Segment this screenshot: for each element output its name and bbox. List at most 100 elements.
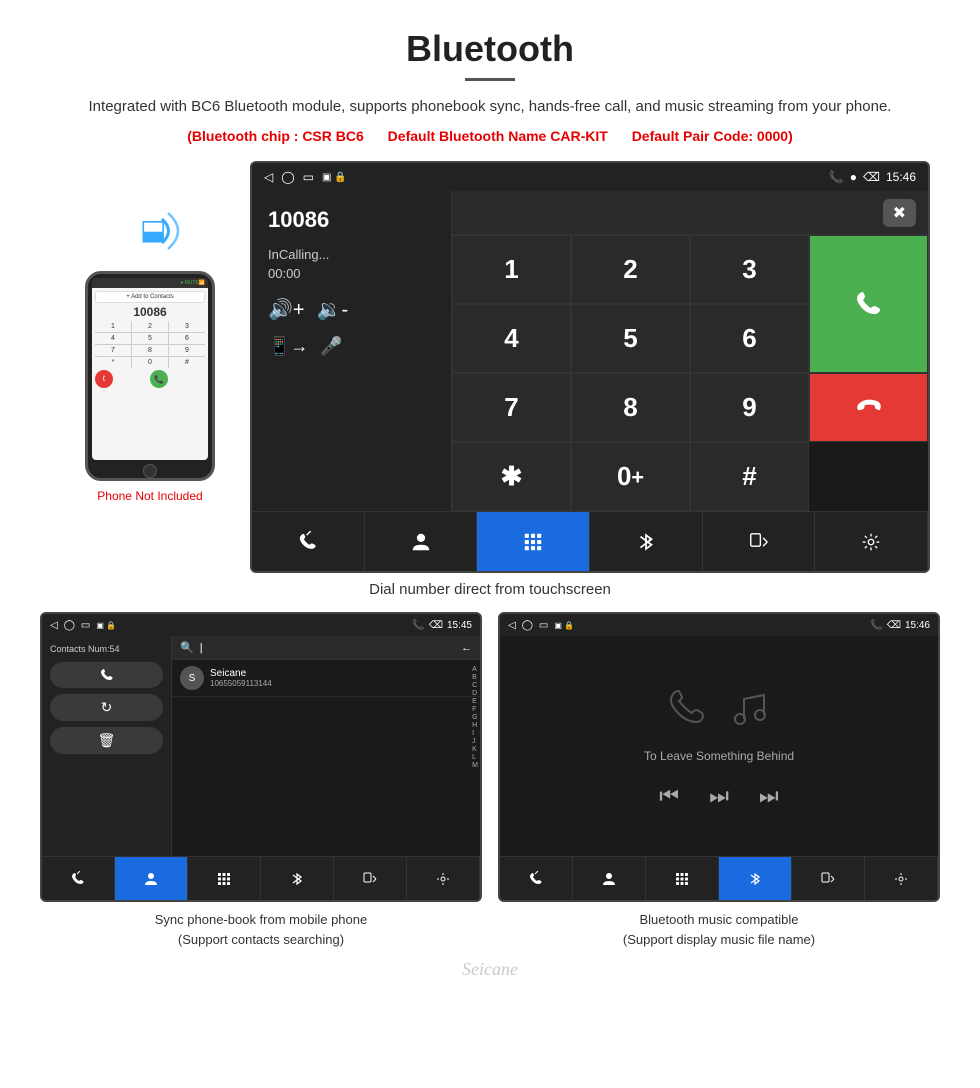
contacts-phone-icon: 📞	[412, 620, 424, 631]
contacts-caption: Sync phone-book from mobile phone(Suppor…	[155, 910, 367, 949]
music-wifi-status-icon: ⌫	[887, 620, 901, 631]
search-back-icon: ←	[461, 642, 472, 654]
dial-key-2[interactable]: 2	[571, 235, 690, 304]
contacts-call-btn[interactable]	[50, 662, 163, 688]
car-status-left: ◁ ◯ ▭ ▣ 🔒	[264, 170, 347, 184]
header-specs: (Bluetooth chip : CSR BC6 Default Blueto…	[60, 125, 920, 147]
next-frame-icon[interactable]: ⏭	[709, 783, 729, 809]
music-home-icon: ◯	[522, 620, 533, 631]
wifi-icon: ⌫	[863, 170, 880, 184]
contacts-refresh-btn[interactable]: ↻	[50, 694, 163, 721]
contacts-delete-btn[interactable]: 🗑	[50, 727, 163, 754]
dial-key-4[interactable]: 4	[452, 304, 571, 373]
music-caption-sub: (Support display music file name)	[623, 932, 815, 947]
bluetooth-waves-icon: ⬓	[110, 201, 190, 261]
phone-add-contacts: + Add to Contacts	[95, 291, 205, 303]
dial-key-6[interactable]: 6	[690, 304, 809, 373]
main-screen-area: ⬓ ● MUTE 📶 + Add to Contacts 10086 123 4…	[0, 161, 980, 573]
car-left-panel: 10086 InCalling... 00:00 🔊+ 🔉- 📱→ 🎤	[252, 191, 452, 511]
car-number-display: 10086	[268, 207, 435, 233]
alpha-index: ABCDEFGHIJKLM	[472, 666, 478, 769]
bottom-contacts-icon[interactable]	[365, 512, 478, 571]
contacts-bottom-contacts[interactable]	[115, 857, 188, 900]
search-cursor: |	[200, 642, 203, 654]
main-caption: Dial number direct from touchscreen	[0, 581, 980, 598]
contacts-recents-icon: ▭	[81, 620, 90, 631]
music-icon-area	[664, 683, 774, 733]
contact-name: Seicane	[210, 668, 472, 679]
car-dialpad-grid: 1 2 3 4 5 6 7 8 9	[452, 235, 928, 511]
contacts-bottom-phone[interactable]	[42, 857, 115, 900]
dial-key-1[interactable]: 1	[452, 235, 571, 304]
vol-up-icon[interactable]: 🔊+	[268, 297, 305, 322]
backspace-button[interactable]: ✖	[883, 199, 916, 227]
music-status-right: 📞 ⌫ 15:46	[870, 620, 930, 631]
contact-list-item: S Seicane 10655059113144	[172, 660, 480, 697]
music-bottom-settings[interactable]	[865, 857, 938, 900]
page-title: Bluetooth	[60, 28, 920, 70]
search-icon: 🔍	[180, 641, 194, 654]
contacts-main: Contacts Num:54 ↻ 🗑 🔍 |	[42, 636, 480, 856]
dial-key-9[interactable]: 9	[690, 373, 809, 442]
contacts-bottom-transfer[interactable]	[334, 857, 407, 900]
music-caption: Bluetooth music compatible(Support displ…	[623, 910, 815, 949]
contacts-right-panel: 🔍 | ← S Seicane 10655059113144	[172, 636, 480, 856]
music-bottom-contacts[interactable]	[573, 857, 646, 900]
music-status-left: ◁ ◯ ▭ ▣ 🔒	[508, 620, 574, 631]
bottom-dialpad-icon[interactable]	[477, 512, 590, 571]
backspace-row: ✖	[452, 191, 928, 235]
contacts-wifi-icon: ⌫	[429, 620, 443, 631]
contacts-status-left: ◁ ◯ ▭ ▣ 🔒	[50, 620, 116, 631]
spec-chip: (Bluetooth chip : CSR BC6	[187, 128, 364, 144]
car-status-right: 📞 ● ⌫ 15:46	[829, 170, 916, 184]
music-bottom-dialpad[interactable]	[646, 857, 719, 900]
music-screen-wrap: ◁ ◯ ▭ ▣ 🔒 📞 ⌫ 15:46	[498, 612, 940, 949]
spec-name: Default Bluetooth Name CAR-KIT	[388, 128, 608, 144]
dial-key-7[interactable]: 7	[452, 373, 571, 442]
dial-key-3[interactable]: 3	[690, 235, 809, 304]
bottom-bluetooth-icon[interactable]	[590, 512, 703, 571]
dial-key-0[interactable]: 0+	[571, 442, 690, 511]
contacts-bottom-dialpad[interactable]	[188, 857, 261, 900]
contacts-bottom-settings[interactable]	[407, 857, 480, 900]
phone-content: + Add to Contacts 10086 123 456 789 *0# …	[92, 288, 208, 460]
contact-info: Seicane 10655059113144	[210, 668, 472, 688]
end-call-button[interactable]	[809, 373, 928, 442]
time-display: 15:46	[886, 170, 916, 184]
music-status-bar: ◁ ◯ ▭ ▣ 🔒 📞 ⌫ 15:46	[500, 614, 938, 636]
phone-call-row: 🕻 📞	[95, 370, 205, 388]
car-bottom-bar	[252, 511, 928, 571]
bottom-screens-area: ◁ ◯ ▭ ▣ 🔒 📞 ⌫ 15:45 Contacts Num:54	[0, 612, 980, 949]
prev-track-icon[interactable]: ⏮	[659, 783, 679, 809]
next-track-icon[interactable]: ⏭	[759, 783, 779, 809]
music-bottom-transfer[interactable]	[792, 857, 865, 900]
phone-signal-icon: 📞	[829, 170, 844, 184]
music-bottom-bluetooth[interactable]	[719, 857, 792, 900]
watermark: Seicane	[0, 959, 980, 980]
transfer-icon[interactable]: 📱→	[268, 336, 308, 357]
contact-avatar: S	[180, 666, 204, 690]
notification-icon: ▣ 🔒	[322, 172, 347, 183]
dial-key-hash[interactable]: #	[690, 442, 809, 511]
bottom-settings-icon[interactable]	[815, 512, 928, 571]
music-controls: ⏮ ⏭ ⏭	[659, 783, 778, 809]
music-bottom-phone[interactable]	[500, 857, 573, 900]
contacts-caption-sub: (Support contacts searching)	[178, 932, 344, 947]
bottom-transfer-icon[interactable]	[703, 512, 816, 571]
header-description: Integrated with BC6 Bluetooth module, su…	[60, 95, 920, 119]
contacts-screen-wrap: ◁ ◯ ▭ ▣ 🔒 📞 ⌫ 15:45 Contacts Num:54	[40, 612, 482, 949]
dial-key-star[interactable]: ✱	[452, 442, 571, 511]
music-back-icon: ◁	[508, 620, 516, 631]
contacts-count: Contacts Num:54	[50, 644, 163, 654]
dial-key-8[interactable]: 8	[571, 373, 690, 442]
contacts-bottom-bluetooth[interactable]	[261, 857, 334, 900]
location-icon: ●	[850, 170, 857, 184]
vol-down-icon[interactable]: 🔉-	[317, 297, 349, 322]
mic-icon[interactable]: 🎤	[320, 336, 342, 357]
spec-pair: Default Pair Code: 0000)	[632, 128, 793, 144]
bottom-phone-icon[interactable]	[252, 512, 365, 571]
contacts-search-bar: 🔍 | ←	[172, 636, 480, 660]
contacts-status-bar: ◁ ◯ ▭ ▣ 🔒 📞 ⌫ 15:45	[42, 614, 480, 636]
call-button[interactable]	[809, 235, 928, 373]
dial-key-5[interactable]: 5	[571, 304, 690, 373]
